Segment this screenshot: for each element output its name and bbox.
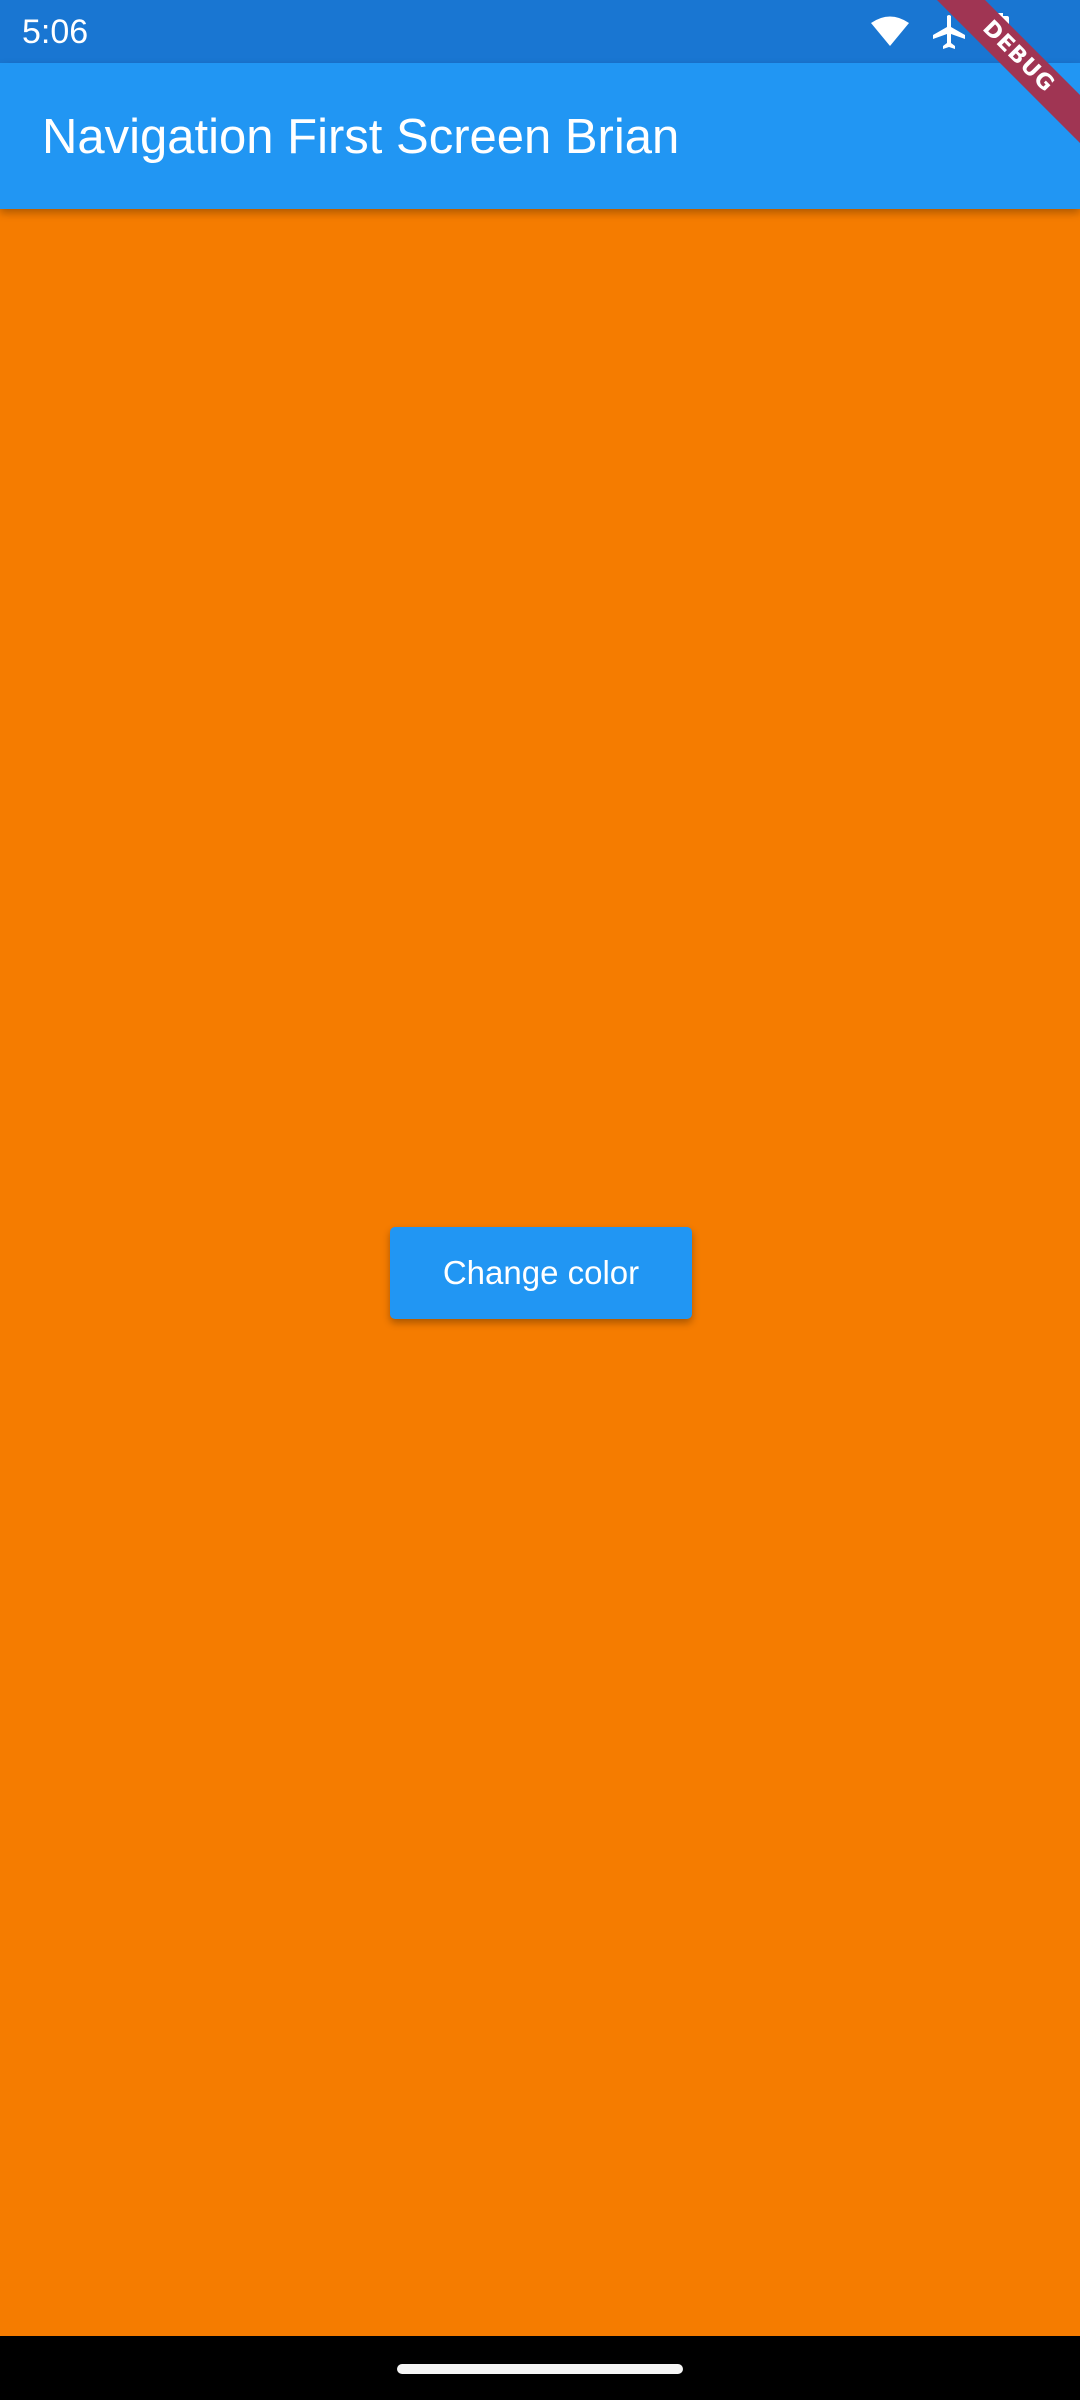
airplane-icon: [932, 14, 966, 50]
system-navigation-bar: [0, 2336, 1080, 2400]
home-handle[interactable]: [397, 2364, 683, 2374]
status-bar: 5:06: [0, 0, 1080, 63]
status-icons: [870, 12, 1010, 52]
battery-icon: [988, 13, 1010, 51]
app-screen: 5:06 Navigation First Screen Brian DEBUG…: [0, 0, 1080, 2400]
status-time: 5:06: [22, 13, 89, 51]
app-bar: Navigation First Screen Brian: [0, 63, 1080, 209]
page-title: Navigation First Screen Brian: [42, 110, 680, 164]
wifi-icon: [870, 16, 910, 48]
change-color-button[interactable]: Change color: [390, 1227, 692, 1319]
